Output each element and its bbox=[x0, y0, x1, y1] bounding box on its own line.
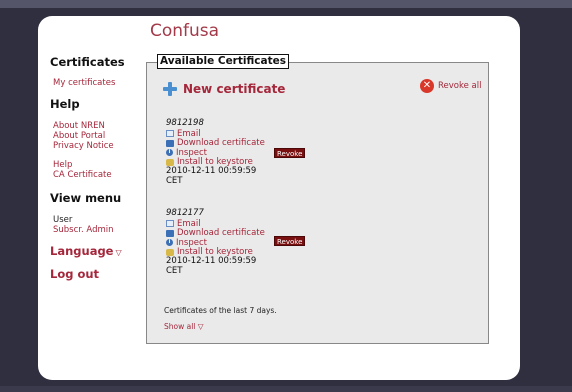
download-certificate-link[interactable]: Download certificate bbox=[177, 228, 265, 238]
sidebar-item-ca-certificate[interactable]: CA Certificate bbox=[53, 170, 142, 180]
chevron-down-icon: ▽ bbox=[115, 248, 122, 257]
certificate-id: 9812198 bbox=[166, 118, 204, 128]
sidebar: Certificates My certificates Help About … bbox=[50, 55, 142, 281]
sidebar-item-about-nren[interactable]: About NREN bbox=[53, 121, 142, 131]
certificates-panel bbox=[146, 62, 489, 344]
keystore-icon bbox=[166, 248, 174, 256]
language-menu[interactable]: Language ▽ bbox=[50, 244, 142, 258]
sidebar-heading-view-menu: View menu bbox=[50, 191, 122, 205]
inspect-link[interactable]: Inspect bbox=[176, 238, 207, 248]
email-icon bbox=[166, 220, 174, 228]
log-out-link[interactable]: Log out bbox=[50, 267, 142, 281]
sidebar-heading-certificates: Certificates bbox=[50, 55, 125, 69]
email-link[interactable]: Email bbox=[177, 129, 201, 139]
certificate-id: 9812177 bbox=[166, 208, 204, 218]
footer-note: Certificates of the last 7 days. bbox=[164, 306, 277, 315]
new-certificate-label: New certificate bbox=[183, 82, 286, 96]
revoke-all-label: Revoke all bbox=[438, 81, 482, 91]
sidebar-item-subscr-admin[interactable]: Subscr. Admin bbox=[53, 225, 142, 235]
chevron-down-icon: ▽ bbox=[197, 322, 204, 331]
certificate-timezone: CET bbox=[166, 265, 183, 276]
info-icon: i bbox=[166, 149, 173, 157]
certificate-date: 2010-12-11 00:59:59 bbox=[166, 166, 257, 176]
sidebar-heading-help: Help bbox=[50, 97, 80, 111]
certificate-date: 2010-12-11 00:59:59 bbox=[166, 256, 257, 266]
sidebar-item-privacy-notice[interactable]: Privacy Notice bbox=[53, 141, 142, 151]
download-certificate-link[interactable]: Download certificate bbox=[177, 138, 265, 148]
show-all-link[interactable]: Show all ▽ bbox=[164, 322, 204, 331]
info-icon: i bbox=[166, 239, 173, 247]
revoke-x-icon: ✕ bbox=[420, 79, 434, 93]
sidebar-item-user: User bbox=[53, 215, 73, 225]
bottom-strip bbox=[0, 386, 572, 392]
show-all-label: Show all bbox=[164, 322, 196, 331]
new-certificate-button[interactable]: New certificate bbox=[163, 82, 285, 96]
email-link[interactable]: Email bbox=[177, 219, 201, 229]
keystore-icon bbox=[166, 158, 174, 166]
sidebar-item-about-portal[interactable]: About Portal bbox=[53, 131, 142, 141]
revoke-button[interactable]: Revoke bbox=[274, 236, 306, 246]
language-label: Language bbox=[50, 244, 114, 258]
sidebar-item-help[interactable]: Help bbox=[53, 160, 142, 170]
top-bar bbox=[0, 0, 572, 8]
inspect-link[interactable]: Inspect bbox=[176, 148, 207, 158]
email-icon bbox=[166, 130, 174, 138]
plus-icon bbox=[163, 82, 177, 96]
disk-icon bbox=[166, 139, 174, 147]
disk-icon bbox=[166, 229, 174, 237]
app-title: Confusa bbox=[150, 21, 220, 41]
panel-legend: Available Certificates bbox=[157, 54, 289, 69]
revoke-button[interactable]: Revoke bbox=[274, 148, 306, 158]
revoke-all-button[interactable]: ✕ Revoke all bbox=[420, 79, 481, 93]
sidebar-item-my-certificates[interactable]: My certificates bbox=[53, 78, 142, 88]
certificate-timezone: CET bbox=[166, 175, 183, 186]
